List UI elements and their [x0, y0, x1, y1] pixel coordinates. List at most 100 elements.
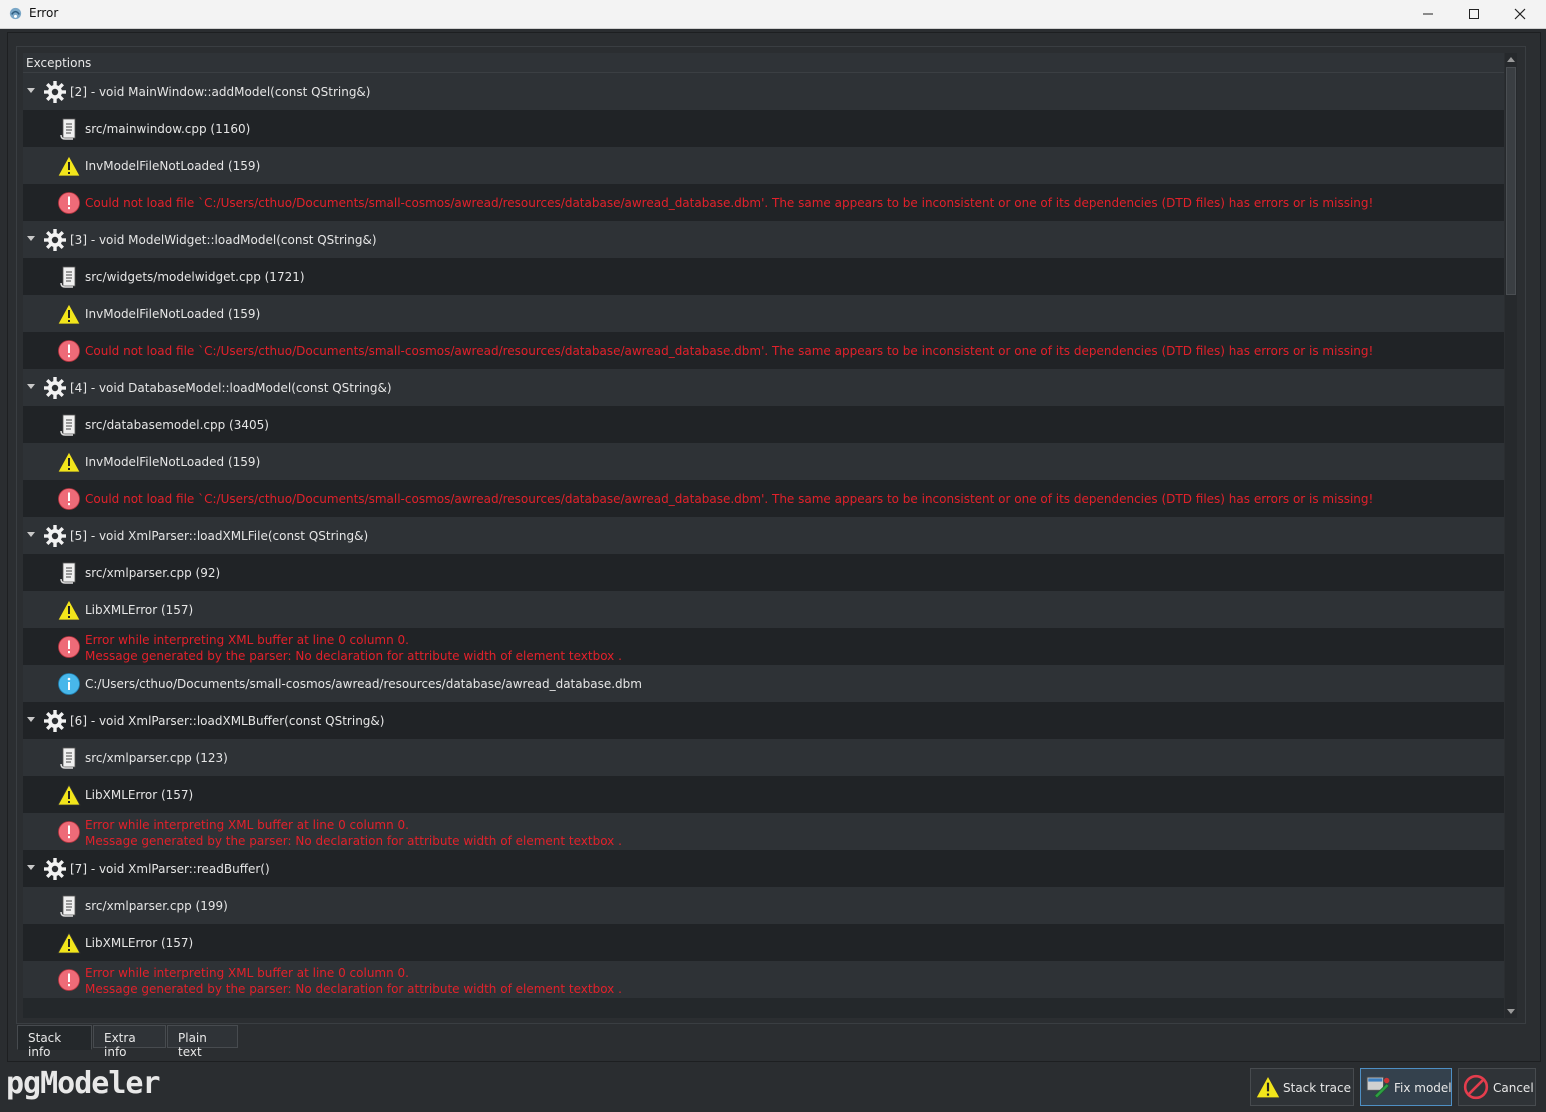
tree-row-text: [7] - void XmlParser::readBuffer()	[70, 862, 270, 876]
fix-model-button[interactable]: Fix model	[1360, 1068, 1452, 1106]
tree-row-line: src/xmlparser.cpp (123)	[85, 751, 228, 765]
tree-row-detail[interactable]: LibXMLError (157)	[23, 776, 1504, 813]
stack-trace-button[interactable]: Stack trace	[1250, 1068, 1354, 1106]
scroll-up-arrow-icon[interactable]	[1507, 57, 1515, 62]
scrollbar-thumb[interactable]	[1506, 67, 1516, 295]
tree-row-detail[interactable]: src/xmlparser.cpp (199)	[23, 887, 1504, 924]
tree-row-detail[interactable]: C:/Users/cthuo/Documents/small-cosmos/aw…	[23, 665, 1504, 702]
tree-row-line: InvModelFileNotLoaded (159)	[85, 159, 261, 173]
tree-row-line: [6] - void XmlParser::loadXMLBuffer(cons…	[70, 714, 385, 728]
tree-row-detail[interactable]: LibXMLError (157)	[23, 591, 1504, 628]
maximize-button[interactable]	[1451, 0, 1497, 28]
source-file-icon	[57, 746, 81, 770]
tree-row-line: Could not load file `C:/Users/cthuo/Docu…	[85, 492, 1374, 506]
tree-row-text: src/databasemodel.cpp (3405)	[85, 418, 269, 432]
tree-row-text: src/widgets/modelwidget.cpp (1721)	[85, 270, 305, 284]
window-title: Error	[29, 6, 59, 20]
expand-arrow-icon[interactable]	[27, 236, 35, 241]
tree-header-label: Exceptions	[26, 56, 92, 70]
tree-row-detail[interactable]: src/widgets/modelwidget.cpp (1721)	[23, 258, 1504, 295]
tree-row-frame[interactable]: [4] - void DatabaseModel::loadModel(cons…	[23, 369, 1504, 406]
tree-row-line: Error while interpreting XML buffer at l…	[85, 633, 409, 647]
tree-row-line: LibXMLError (157)	[85, 603, 194, 617]
tree-row-line: Message generated by the parser: No decl…	[85, 649, 622, 663]
tree-row-detail[interactable]: LibXMLError (157)	[23, 924, 1504, 961]
gear-icon	[43, 524, 67, 548]
tree-row-line: Error while interpreting XML buffer at l…	[85, 966, 409, 980]
tree-row-line: src/databasemodel.cpp (3405)	[85, 418, 269, 432]
tree-row-detail[interactable]: Error while interpreting XML buffer at l…	[23, 813, 1504, 850]
tab-plain-text[interactable]: Plain text	[167, 1025, 238, 1059]
tree-row-detail[interactable]: Could not load file `C:/Users/cthuo/Docu…	[23, 480, 1504, 517]
tree-row-line: InvModelFileNotLoaded (159)	[85, 307, 261, 321]
tree-row-text: Error while interpreting XML buffer at l…	[85, 632, 622, 664]
gear-icon	[43, 709, 67, 733]
expand-arrow-icon[interactable]	[27, 384, 35, 389]
tree-row-text: LibXMLError (157)	[85, 936, 193, 950]
tree-row-text: [2] - void MainWindow::addModel(const QS…	[70, 85, 370, 99]
tree-row-frame[interactable]: [3] - void ModelWidget::loadModel(const …	[23, 221, 1504, 258]
tree-row-detail[interactable]: InvModelFileNotLoaded (159)	[23, 295, 1504, 332]
expand-arrow-icon[interactable]	[27, 88, 35, 93]
tree-row-text: [6] - void XmlParser::loadXMLBuffer(cons…	[70, 714, 384, 728]
tree-row-text: InvModelFileNotLoaded (159)	[85, 455, 260, 469]
app-logo-icon	[9, 7, 22, 20]
warning-icon	[57, 931, 81, 955]
tree-row-line: Message generated by the parser: No decl…	[85, 834, 622, 848]
cancel-icon	[1463, 1074, 1489, 1100]
tree-row-detail[interactable]: InvModelFileNotLoaded (159)	[23, 147, 1504, 184]
tree-row-text: [4] - void DatabaseModel::loadModel(cons…	[70, 381, 392, 395]
tree-row-detail[interactable]: src/xmlparser.cpp (123)	[23, 739, 1504, 776]
tree-row-text: Could not load file `C:/Users/cthuo/Docu…	[85, 492, 1373, 506]
tree-row-line: Message generated by the parser: No decl…	[85, 982, 622, 996]
tree-row-frame[interactable]: [7] - void XmlParser::readBuffer()	[23, 850, 1504, 887]
warning-icon	[57, 783, 81, 807]
error-icon	[57, 820, 81, 844]
expand-arrow-icon[interactable]	[27, 532, 35, 537]
tree-row-detail[interactable]: InvModelFileNotLoaded (159)	[23, 443, 1504, 480]
expand-arrow-icon[interactable]	[27, 717, 35, 722]
gear-icon	[43, 80, 67, 104]
tree-row-frame[interactable]: [2] - void MainWindow::addModel(const QS…	[23, 73, 1504, 110]
scroll-down-arrow-icon[interactable]	[1507, 1009, 1515, 1014]
tree-row-line: src/mainwindow.cpp (1160)	[85, 122, 251, 136]
tree-row-text: [5] - void XmlParser::loadXMLFile(const …	[70, 529, 368, 543]
vertical-scrollbar[interactable]	[1505, 53, 1517, 1018]
tree-row-frame[interactable]: [5] - void XmlParser::loadXMLFile(const …	[23, 517, 1504, 554]
tree-row-detail[interactable]: Error while interpreting XML buffer at l…	[23, 961, 1504, 998]
tree-row-text: InvModelFileNotLoaded (159)	[85, 307, 260, 321]
tree-row-line: Error while interpreting XML buffer at l…	[85, 818, 409, 832]
error-icon	[57, 635, 81, 659]
tree-row-text: [3] - void ModelWidget::loadModel(const …	[70, 233, 377, 247]
tree-row-detail[interactable]: src/xmlparser.cpp (92)	[23, 554, 1504, 591]
tree-row-line: LibXMLError (157)	[85, 788, 194, 802]
exceptions-tree[interactable]: Exceptions [2] - void MainWindow::addMod…	[23, 53, 1504, 1018]
tab-stack-info[interactable]: Stack info	[17, 1025, 92, 1059]
tab-extra-info[interactable]: Extra info	[93, 1025, 166, 1059]
cancel-button[interactable]: Cancel	[1458, 1068, 1536, 1106]
error-icon	[57, 191, 81, 215]
expand-arrow-icon[interactable]	[27, 865, 35, 870]
source-file-icon	[57, 265, 81, 289]
tree-row-frame[interactable]: [6] - void XmlParser::loadXMLBuffer(cons…	[23, 702, 1504, 739]
tree-row-detail[interactable]: Could not load file `C:/Users/cthuo/Docu…	[23, 184, 1504, 221]
tree-row-detail[interactable]: Error while interpreting XML buffer at l…	[23, 628, 1504, 665]
source-file-icon	[57, 894, 81, 918]
tree-row-line: [7] - void XmlParser::readBuffer()	[70, 862, 270, 876]
tree-row-text: src/xmlparser.cpp (92)	[85, 566, 220, 580]
tree-row-detail[interactable]: src/databasemodel.cpp (3405)	[23, 406, 1504, 443]
tree-row-line: Could not load file `C:/Users/cthuo/Docu…	[85, 344, 1374, 358]
warning-icon	[1255, 1075, 1281, 1099]
tree-header: Exceptions	[23, 53, 1504, 73]
minimize-button[interactable]	[1405, 0, 1451, 28]
error-icon	[57, 487, 81, 511]
tree-row-text: Error while interpreting XML buffer at l…	[85, 817, 622, 849]
tree-row-detail[interactable]: Could not load file `C:/Users/cthuo/Docu…	[23, 332, 1504, 369]
close-button[interactable]	[1497, 0, 1543, 28]
fix-model-label: Fix model	[1394, 1081, 1452, 1095]
tree-row-text: src/mainwindow.cpp (1160)	[85, 122, 250, 136]
tree-row-line: LibXMLError (157)	[85, 936, 194, 950]
tree-row-line: C:/Users/cthuo/Documents/small-cosmos/aw…	[85, 677, 642, 691]
error-icon	[57, 339, 81, 363]
tree-row-detail[interactable]: src/mainwindow.cpp (1160)	[23, 110, 1504, 147]
